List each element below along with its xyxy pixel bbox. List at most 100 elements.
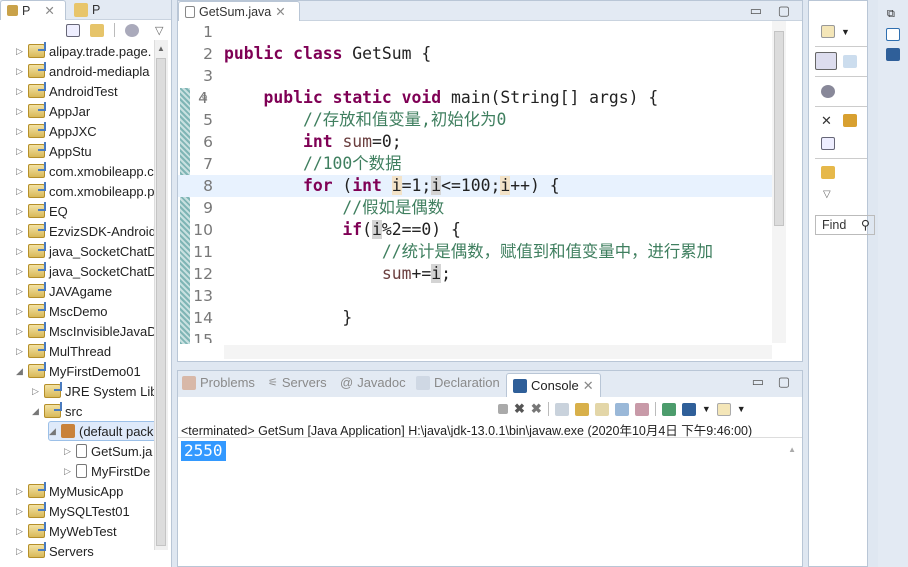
tree-item[interactable]: ▷ AppJar	[16, 101, 90, 121]
tree-item[interactable]: ◢ src	[32, 401, 82, 421]
expand-arrow-icon[interactable]: ▷	[16, 266, 24, 277]
tree-item[interactable]: ▷ com.xmobileapp.c	[16, 161, 154, 181]
find-input[interactable]: Find ⚲	[815, 215, 875, 235]
call-hierarchy-icon[interactable]	[843, 54, 857, 68]
display-console-icon[interactable]	[681, 402, 696, 416]
view-menu-icon[interactable]: ▽	[155, 24, 163, 37]
new-icon[interactable]	[821, 25, 835, 38]
remove-all-launches-icon[interactable]: ✖	[531, 401, 542, 417]
remove-launch-icon[interactable]: ✖	[514, 401, 525, 417]
tree-item[interactable]: ▷ MyFirstDe	[64, 461, 150, 481]
tree-item[interactable]: ◢ MyFirstDemo01	[16, 361, 141, 381]
tree-item[interactable]: ▷ alipay.trade.page.	[16, 41, 151, 61]
tree-scrollbar-thumb[interactable]	[156, 58, 166, 546]
tree-item[interactable]: ▷ MySQLTest01	[16, 501, 130, 521]
expand-arrow-icon[interactable]: ▷	[16, 146, 24, 157]
chevron-down-icon[interactable]: ▼	[737, 404, 746, 414]
expand-arrow-icon[interactable]: ▷	[32, 386, 40, 397]
focus-icon[interactable]	[821, 166, 835, 179]
maximize-icon[interactable]: ▢	[778, 374, 790, 390]
expand-arrow-icon[interactable]: ▷	[16, 486, 24, 497]
expand-arrow-icon[interactable]: ▷	[16, 526, 24, 537]
tree-item[interactable]: ▷ MyWebTest	[16, 521, 117, 541]
console-icon[interactable]	[886, 48, 900, 61]
editor-scrollbar-thumb[interactable]	[774, 31, 784, 226]
expand-arrow-icon[interactable]: ▷	[16, 166, 24, 177]
collapse-arrow-icon[interactable]: ◢	[49, 426, 57, 437]
tree-item[interactable]: ▷ MscDemo	[16, 301, 108, 321]
word-wrap-icon[interactable]	[594, 402, 609, 416]
tree-item[interactable]: ▷ JAVAgame	[16, 281, 112, 301]
tab-getsum-java[interactable]: GetSum.java ✕	[178, 1, 300, 21]
tree-item[interactable]: ▷ JRE System Libr	[32, 381, 162, 401]
expand-arrow-icon[interactable]: ▷	[16, 226, 24, 237]
sync-icon[interactable]	[821, 85, 835, 98]
expand-arrow-icon[interactable]: ▷	[16, 286, 24, 297]
tree-item[interactable]: ▷ MulThread	[16, 341, 111, 361]
tree-item[interactable]: ▷ AndroidTest	[16, 81, 118, 101]
minimize-icon[interactable]: ▭	[750, 3, 762, 19]
tab-javadoc[interactable]: @ Javadoc	[340, 375, 406, 390]
expand-arrow-icon[interactable]: ▷	[16, 86, 24, 97]
chevron-down-icon[interactable]: ▼	[702, 404, 711, 414]
close-icon[interactable]: ✕	[275, 4, 285, 19]
tree-item[interactable]: ▷ AppStu	[16, 141, 92, 161]
tree-item[interactable]: ▷ EQ	[16, 201, 68, 221]
scroll-up-icon[interactable]: ▲	[788, 445, 796, 454]
tree-item[interactable]: ▷ java_SocketChatDe	[16, 241, 164, 261]
view-menu-icon[interactable]: ▽	[823, 189, 831, 200]
tab-package-explorer[interactable]: P ✕	[0, 0, 66, 20]
scroll-lock-icon[interactable]	[574, 402, 589, 416]
hierarchy-icon[interactable]	[815, 52, 837, 70]
hide-fields-icon[interactable]: ✕	[821, 113, 832, 129]
chevron-down-icon[interactable]: ▼	[841, 27, 850, 37]
tab-project-explorer[interactable]: P	[68, 0, 106, 20]
tab-console[interactable]: Console ✕	[506, 373, 601, 397]
expand-arrow-icon[interactable]: ▷	[16, 506, 24, 517]
console-output[interactable]: 2550	[181, 441, 226, 461]
expand-arrow-icon[interactable]: ▷	[16, 46, 24, 57]
clear-console-icon[interactable]	[554, 402, 569, 416]
open-console-icon[interactable]	[716, 402, 731, 416]
tree-item[interactable]: ▷ android-mediapla	[16, 61, 149, 81]
link-with-editor-icon[interactable]	[90, 23, 104, 37]
collapse-arrow-icon[interactable]: ◢	[16, 366, 24, 377]
close-icon[interactable]: ✕	[44, 3, 54, 18]
restore-icon[interactable]: ⧉	[887, 8, 895, 21]
expand-arrow-icon[interactable]: ▷	[16, 206, 24, 217]
show-stdout-icon[interactable]	[614, 402, 629, 416]
minimize-icon[interactable]: ▭	[752, 374, 764, 390]
outline-icon[interactable]	[886, 28, 900, 41]
tree-item[interactable]: ▷ MscInvisibleJavaD	[16, 321, 157, 341]
tree-item[interactable]: ▷ com.xmobileapp.p	[16, 181, 155, 201]
tree-item[interactable]: ◢ (default pack	[48, 421, 161, 441]
collapse-all-icon[interactable]	[66, 23, 80, 37]
code-area[interactable]: 1 2 public class GetSum {3 ⊖ 4 public static…	[178, 21, 772, 343]
tree-item[interactable]: ▷ java_SocketChatDe	[16, 261, 164, 281]
collapse-all-icon[interactable]	[821, 137, 835, 150]
expand-arrow-icon[interactable]: ▷	[16, 546, 24, 557]
expand-arrow-icon[interactable]: ▷	[16, 326, 24, 337]
editor-horizontal-scrollbar[interactable]	[224, 345, 772, 359]
tree-item[interactable]: ▷ Servers	[16, 541, 94, 561]
tree-item[interactable]: ▷ EzvizSDK-Android	[16, 221, 156, 241]
scroll-up-icon[interactable]: ▲	[157, 44, 165, 53]
expand-arrow-icon[interactable]: ▷	[64, 446, 72, 457]
tree-item[interactable]: ▷ MyMusicApp	[16, 481, 123, 501]
tab-servers[interactable]: ⚟ Servers	[268, 375, 327, 390]
expand-arrow-icon[interactable]: ▷	[16, 126, 24, 137]
close-icon[interactable]: ✕	[583, 378, 594, 394]
hide-static-icon[interactable]	[843, 114, 857, 127]
tab-declaration[interactable]: Declaration	[416, 375, 500, 390]
maximize-icon[interactable]: ▢	[778, 3, 790, 19]
expand-arrow-icon[interactable]: ▷	[16, 306, 24, 317]
pin-console-icon[interactable]	[661, 402, 676, 416]
expand-arrow-icon[interactable]: ▷	[16, 246, 24, 257]
show-stderr-icon[interactable]	[634, 402, 649, 416]
expand-arrow-icon[interactable]: ▷	[16, 186, 24, 197]
expand-arrow-icon[interactable]: ▷	[16, 106, 24, 117]
expand-arrow-icon[interactable]: ▷	[16, 346, 24, 357]
collapse-arrow-icon[interactable]: ◢	[32, 406, 40, 417]
terminate-icon[interactable]	[498, 404, 508, 414]
tree-item[interactable]: ▷ AppJXC	[16, 121, 97, 141]
